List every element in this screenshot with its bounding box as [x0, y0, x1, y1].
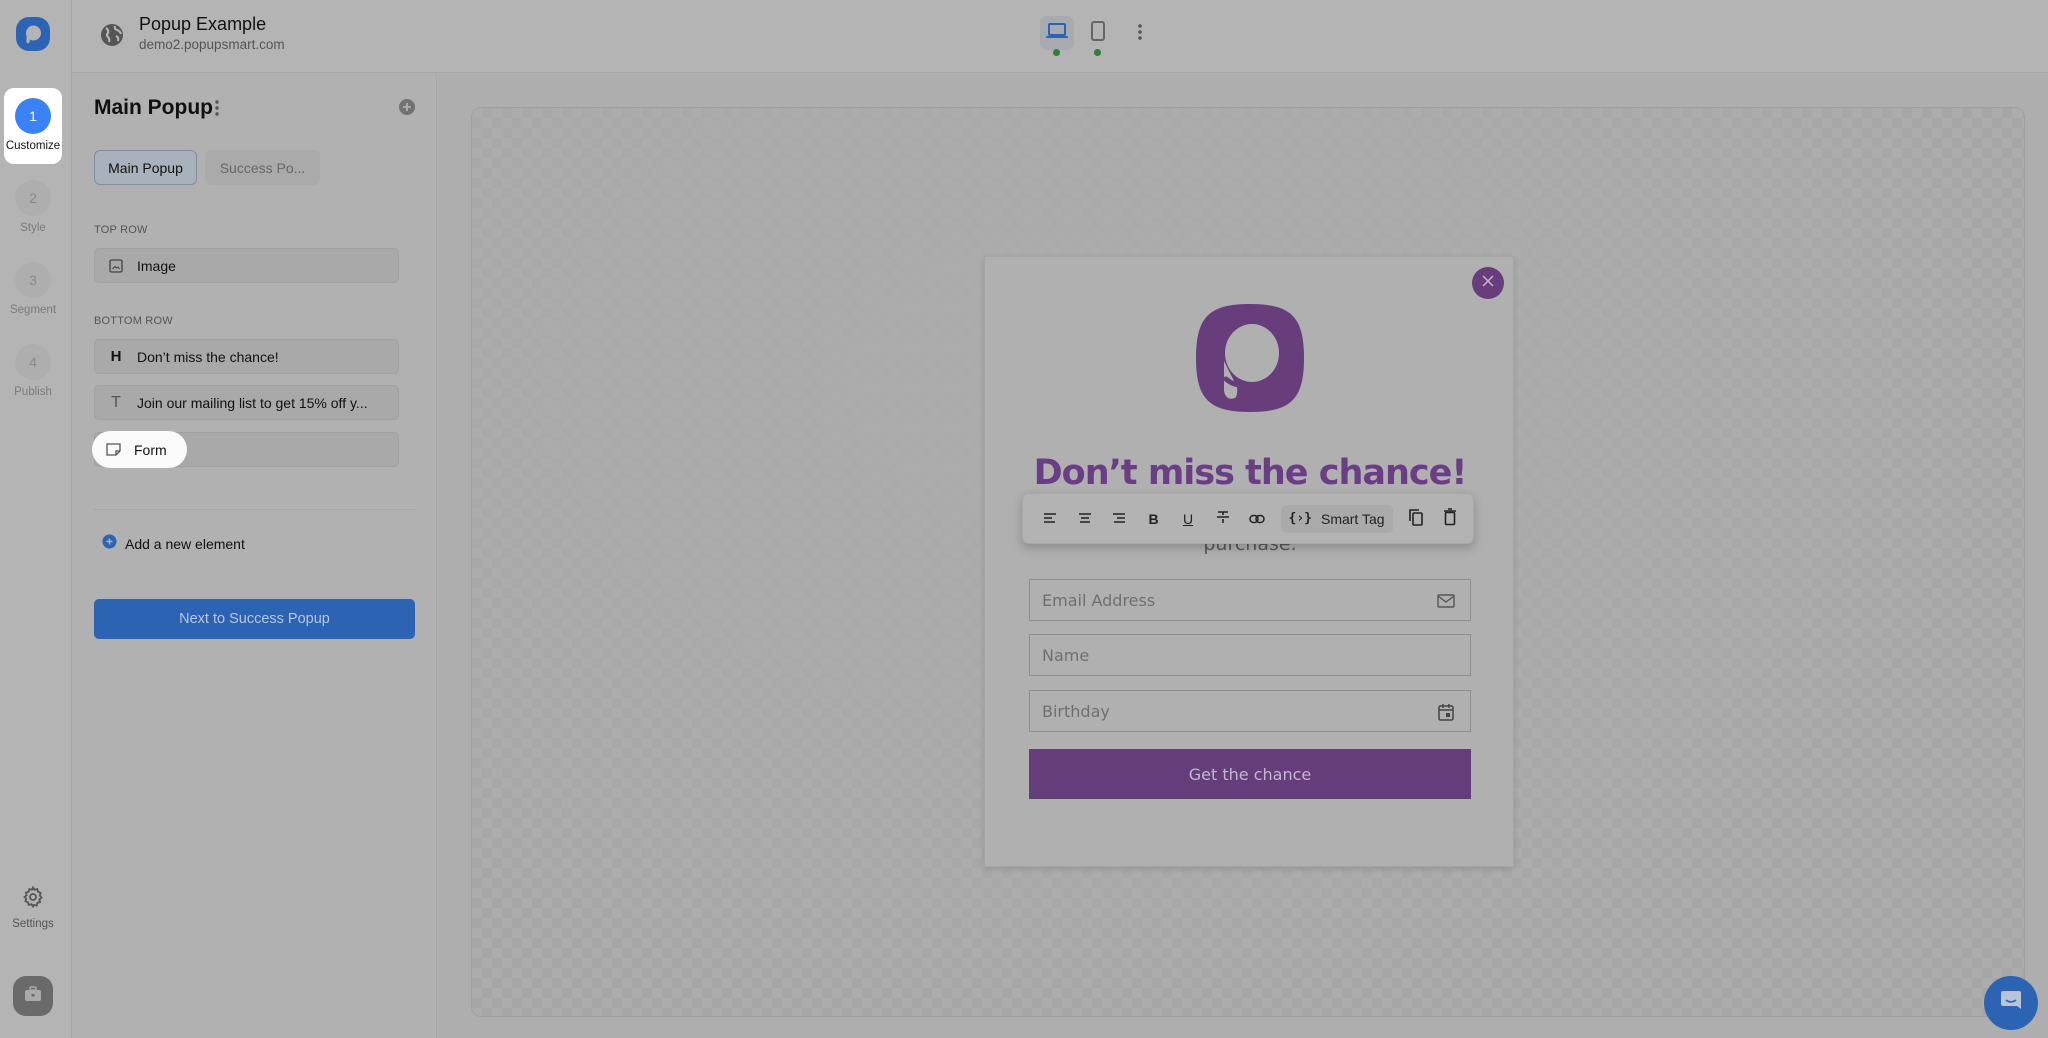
tab-success-popup[interactable]: Success Po...	[205, 150, 320, 185]
delete-button[interactable]	[1435, 504, 1465, 534]
popup-close-button[interactable]	[1472, 267, 1504, 299]
more-vertical-icon	[214, 100, 220, 120]
element-form[interactable]: Form	[92, 431, 399, 468]
gear-icon	[21, 885, 45, 914]
left-rail: 1 Customize 2 Style 3 Segment 4 Publish …	[0, 0, 72, 1038]
code-braces-icon: {›}	[1288, 511, 1312, 526]
text-format-toolbar: B U {›} Smart Tag	[1022, 493, 1474, 544]
link-icon	[1249, 511, 1265, 527]
laptop-icon	[1046, 22, 1068, 45]
step-label: Style	[20, 222, 46, 234]
underline-icon: U	[1182, 510, 1194, 527]
chat-launcher-button[interactable]	[1984, 976, 2038, 1030]
duplicate-button[interactable]	[1401, 504, 1431, 534]
bottom-row-label: BOTTOM ROW	[94, 315, 173, 327]
site-title: Popup Example	[139, 14, 267, 34]
popup-preview[interactable]: Don’t miss the chance! purchase. Email A…	[984, 256, 1514, 867]
underline-button[interactable]: U	[1173, 504, 1203, 534]
mail-icon	[1436, 591, 1456, 611]
mobile-status-dot	[1094, 49, 1101, 56]
step-number: 4	[15, 344, 51, 380]
step-label: Publish	[14, 386, 52, 398]
step-number: 2	[15, 180, 51, 216]
element-image[interactable]: Image	[94, 248, 399, 283]
plus-circle-icon	[398, 99, 416, 120]
name-field[interactable]: Name	[1029, 634, 1471, 676]
calendar-icon[interactable]	[1436, 702, 1456, 722]
birthday-placeholder: Birthday	[1042, 701, 1110, 721]
settings-button[interactable]: Settings	[4, 885, 62, 937]
get-the-chance-button[interactable]: Get the chance	[1029, 749, 1471, 799]
form-highlight: Form	[92, 431, 187, 468]
add-popup-button[interactable]	[398, 98, 416, 116]
tab-main-popup[interactable]: Main Popup	[94, 150, 197, 185]
bold-button[interactable]: B	[1139, 504, 1169, 534]
copy-icon	[1408, 508, 1424, 529]
name-placeholder: Name	[1042, 645, 1090, 665]
bold-icon: B	[1148, 510, 1159, 527]
heading-icon: H	[110, 348, 122, 365]
step-style[interactable]: 2 Style	[4, 170, 62, 246]
birthday-field[interactable]: Birthday	[1029, 690, 1471, 732]
image-icon	[95, 258, 137, 273]
panel-divider	[94, 509, 416, 510]
email-placeholder: Email Address	[1042, 590, 1156, 610]
panel-options-button[interactable]	[214, 100, 224, 120]
step-number: 3	[15, 262, 51, 298]
align-right-icon	[1112, 511, 1126, 527]
element-label: Don’t miss the chance!	[137, 348, 279, 365]
briefcase-icon	[24, 985, 42, 1007]
next-to-success-popup-button[interactable]: Next to Success Popup	[94, 599, 415, 639]
text-icon: T	[111, 393, 121, 411]
settings-label: Settings	[12, 918, 54, 930]
smart-tag-label: Smart Tag	[1320, 510, 1385, 527]
element-label: Image	[137, 257, 176, 274]
globe-icon	[99, 22, 125, 48]
align-left-button[interactable]	[1035, 504, 1065, 534]
mobile-view-button[interactable]	[1081, 16, 1115, 56]
align-left-icon	[1043, 511, 1057, 527]
close-icon	[1482, 274, 1494, 292]
more-vertical-icon	[1137, 23, 1143, 45]
popup-heading[interactable]: Don’t miss the chance!	[985, 453, 1515, 493]
desktop-view-button[interactable]	[1040, 16, 1074, 56]
link-button[interactable]	[1242, 504, 1272, 534]
top-header: Popup Example demo2.popupsmart.com	[72, 0, 2048, 73]
step-segment[interactable]: 3 Segment	[4, 252, 62, 328]
smart-tag-button[interactable]: {›} Smart Tag	[1280, 504, 1393, 533]
more-options-button[interactable]	[1132, 22, 1148, 46]
align-center-button[interactable]	[1070, 504, 1100, 534]
chat-bubble-icon	[2000, 989, 2022, 1018]
add-new-element-label: Add a new element	[125, 536, 245, 552]
align-center-icon	[1078, 511, 1092, 527]
element-heading[interactable]: H Don’t miss the chance!	[94, 339, 399, 374]
add-new-element-button[interactable]: Add a new element	[102, 534, 245, 554]
site-url: demo2.popupsmart.com	[139, 37, 285, 52]
popup-logo-image[interactable]	[1193, 301, 1307, 415]
strikethrough-icon	[1216, 510, 1230, 527]
strikethrough-button[interactable]	[1208, 504, 1238, 534]
align-right-button[interactable]	[1104, 504, 1134, 534]
element-label: Join our mailing list to get 15% off y..…	[137, 394, 368, 411]
desktop-status-dot	[1053, 49, 1060, 56]
element-label: Form	[134, 441, 167, 458]
briefcase-button[interactable]	[13, 976, 53, 1016]
popupsmart-logo-icon[interactable]	[15, 16, 51, 52]
step-customize[interactable]: 1 Customize	[4, 88, 62, 164]
panel-title: Main Popup	[94, 96, 213, 119]
mobile-phone-icon	[1091, 20, 1105, 46]
form-icon	[92, 443, 134, 456]
elements-panel: Main Popup Main Popup Success Po... TOP …	[72, 74, 437, 1038]
step-label: Segment	[9, 304, 57, 316]
element-text[interactable]: T Join our mailing list to get 15% off y…	[94, 385, 399, 420]
email-field[interactable]: Email Address	[1029, 579, 1471, 621]
step-label: Customize	[5, 140, 61, 152]
trash-icon	[1443, 508, 1457, 529]
plus-circle-icon	[102, 534, 117, 554]
step-number: 1	[15, 98, 51, 134]
step-publish[interactable]: 4 Publish	[4, 334, 62, 410]
top-row-label: TOP ROW	[94, 224, 148, 236]
